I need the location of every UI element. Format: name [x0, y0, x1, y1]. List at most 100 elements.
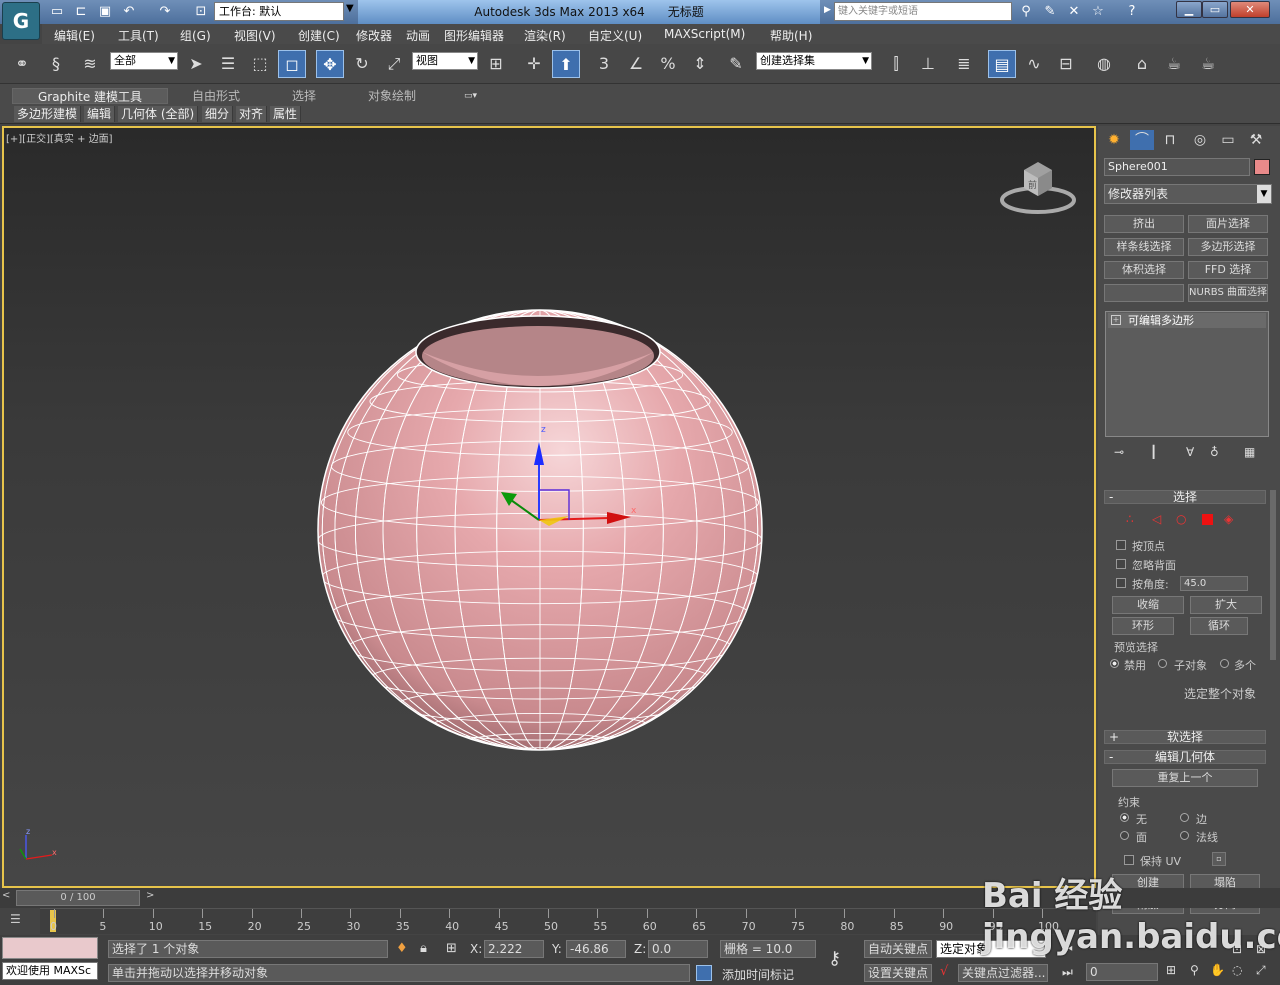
ribbon-options-icon[interactable]: ▭▾ [464, 88, 477, 104]
rendered-frame-icon[interactable]: ☕ [1160, 50, 1188, 78]
key-mode-icon[interactable]: √ [940, 964, 948, 979]
percent-snap-icon[interactable]: % [654, 50, 682, 78]
menu-modifiers[interactable]: 修改器 [356, 27, 392, 44]
open-file-icon[interactable]: ⊏ [72, 3, 90, 21]
mod-button-extrude[interactable]: 挤出 [1104, 215, 1184, 233]
project-folder-icon[interactable]: ⊡ [192, 3, 210, 21]
modifier-list-select[interactable]: 修改器列表 ▼ [1104, 184, 1272, 204]
mod-button-nurbs-select[interactable]: NURBS 曲面选择 [1188, 284, 1268, 302]
tab-selection[interactable]: 选择 [292, 88, 316, 104]
menu-maxscript[interactable]: MAXScript(M) [664, 27, 745, 41]
curve-editor-icon[interactable]: ∿ [1020, 50, 1048, 78]
x-coord-field[interactable]: 2.222 [484, 940, 544, 958]
preview-off-radio[interactable] [1110, 659, 1119, 668]
mod-button-poly-select[interactable]: 多边形选择 [1188, 238, 1268, 256]
configure-sets-icon[interactable]: ▦ [1244, 445, 1255, 459]
menu-graph-editors[interactable]: 图形编辑器 [444, 27, 504, 44]
binoculars-icon[interactable]: ⚲ [1016, 3, 1036, 21]
select-object-icon[interactable]: ➤ [182, 50, 210, 78]
z-coord-field[interactable]: 0.0 [648, 940, 708, 958]
material-editor-icon[interactable]: ◍ [1090, 50, 1118, 78]
subtab-geometry-all[interactable]: 几何体 (全部) [118, 106, 199, 122]
angle-snap-icon[interactable]: ∠ [622, 50, 650, 78]
select-scale-icon[interactable]: ⤢ [380, 50, 408, 78]
subtab-poly-modeling[interactable]: 多边形建模 [14, 106, 82, 122]
bind-space-warp-icon[interactable]: ≋ [76, 50, 104, 78]
key-filters-button[interactable]: 关键点过滤器... [958, 964, 1048, 982]
trackbar-menu-icon[interactable]: ☰ [10, 912, 21, 926]
reference-coord-select[interactable]: 视图 ▼ [412, 52, 478, 70]
angle-value-field[interactable]: 45.0 [1180, 576, 1248, 591]
current-frame-field[interactable]: 0 [1086, 963, 1158, 981]
unlink-icon[interactable]: § [42, 50, 70, 78]
edit-named-selection-icon[interactable]: ✎ [722, 50, 750, 78]
menu-animation[interactable]: 动画 [406, 27, 430, 44]
pivot-center-icon[interactable]: ⊞ [482, 50, 510, 78]
save-file-icon[interactable]: ▣ [96, 3, 114, 21]
expand-icon[interactable]: + [1111, 315, 1121, 325]
tab-freeform[interactable]: 自由形式 [192, 88, 240, 104]
set-key-button[interactable]: 设置关键点 [864, 964, 932, 982]
time-slider[interactable]: 0 / 100 [16, 890, 140, 906]
render-setup-icon[interactable]: ⌂ [1128, 50, 1156, 78]
prev-frame-icon[interactable]: < [2, 890, 10, 901]
named-selection-select[interactable]: 创建选择集 ▼ [756, 52, 872, 70]
mod-button-ffd-select[interactable]: FFD 选择 [1188, 261, 1268, 279]
rollout-edit-geometry-header[interactable]: - 编辑几何体 [1104, 750, 1266, 764]
isolate-toggle-icon[interactable]: ♦ [396, 941, 408, 956]
snap-toggle-icon[interactable]: 3 [590, 50, 618, 78]
viewport-label[interactable]: [+][正交][真实 + 边面] [6, 130, 113, 145]
search-input[interactable]: 键入关键字或短语 [834, 2, 1012, 21]
preserve-uv-settings-icon[interactable]: ▫ [1212, 852, 1226, 866]
tab-graphite-modeling[interactable]: Graphite 建模工具 [12, 88, 168, 104]
zoom-icon[interactable]: ⚲ [1190, 963, 1199, 977]
chevron-down-icon[interactable]: ▼ [346, 3, 354, 14]
rollout-selection-header[interactable]: - 选择 [1104, 490, 1266, 504]
tab-object-paint[interactable]: 对象绘制 [368, 88, 416, 104]
pin-stack-icon[interactable]: ⊸ [1114, 445, 1124, 459]
key-mode-toggle-icon[interactable]: ⏭ [1062, 965, 1073, 980]
ignore-backfacing-checkbox[interactable] [1116, 559, 1126, 569]
layer-manager-icon[interactable]: ≣ [950, 50, 978, 78]
element-level-icon[interactable]: ◈ [1224, 512, 1233, 526]
grow-button[interactable]: 扩大 [1190, 596, 1262, 614]
graphite-toggle-icon[interactable]: ▤ [988, 50, 1016, 78]
show-end-result-icon[interactable]: ┃ [1150, 445, 1157, 459]
communication-icon[interactable]: ✎ [1040, 3, 1060, 21]
star-icon[interactable]: ☆ [1088, 3, 1108, 21]
ring-button[interactable]: 环形 [1112, 617, 1174, 635]
render-production-icon[interactable]: ☕ [1194, 50, 1222, 78]
workspace-select[interactable]: 工作台: 默认 [214, 2, 344, 21]
auto-key-button[interactable]: 自动关键点 [864, 940, 932, 958]
remove-modifier-icon[interactable]: ♁ [1210, 445, 1219, 459]
y-coord-field[interactable]: -46.86 [566, 940, 626, 958]
repeat-last-button[interactable]: 重复上一个 [1112, 769, 1258, 787]
menu-help[interactable]: 帮助(H) [770, 27, 812, 44]
utilities-tab-icon[interactable]: ⚒ [1244, 130, 1268, 150]
pan-view-icon[interactable]: ✋ [1210, 963, 1225, 977]
app-logo-button[interactable]: G [2, 2, 40, 40]
schematic-view-icon[interactable]: ⊟ [1052, 50, 1080, 78]
menu-views[interactable]: 视图(V) [234, 27, 276, 44]
motion-tab-icon[interactable]: ◎ [1188, 130, 1212, 150]
subtab-edit[interactable]: 编辑 [84, 106, 116, 122]
help-icon[interactable]: ? [1122, 3, 1142, 21]
redo-icon[interactable]: ↷ [156, 3, 174, 21]
select-move-icon[interactable]: ✥ [316, 50, 344, 78]
object-color-swatch[interactable] [1254, 159, 1270, 175]
next-frame-icon[interactable]: > [146, 890, 154, 901]
hierarchy-tab-icon[interactable]: ⊓ [1158, 130, 1182, 150]
modifier-stack[interactable] [1105, 311, 1269, 437]
window-crossing-icon[interactable]: ◻ [278, 50, 306, 78]
exchange-icon[interactable]: ✕ [1064, 3, 1084, 21]
mirror-icon[interactable]: ⫿ [882, 50, 910, 78]
maximize-viewport-icon[interactable]: ⤢ [1256, 963, 1266, 978]
stack-item-editable-poly[interactable]: 可编辑多边形 [1108, 313, 1266, 328]
new-file-icon[interactable]: ▭ [48, 3, 66, 21]
viewcube[interactable]: 前 [998, 158, 1078, 218]
rect-selection-icon[interactable]: ⬚ [246, 50, 274, 78]
sphere-mesh[interactable]: z x [300, 300, 780, 760]
preview-multi-radio[interactable] [1220, 659, 1229, 668]
lock-selection-icon[interactable]: 🔒︎ [420, 941, 427, 956]
mod-button-volume-select[interactable]: 体积选择 [1104, 261, 1184, 279]
